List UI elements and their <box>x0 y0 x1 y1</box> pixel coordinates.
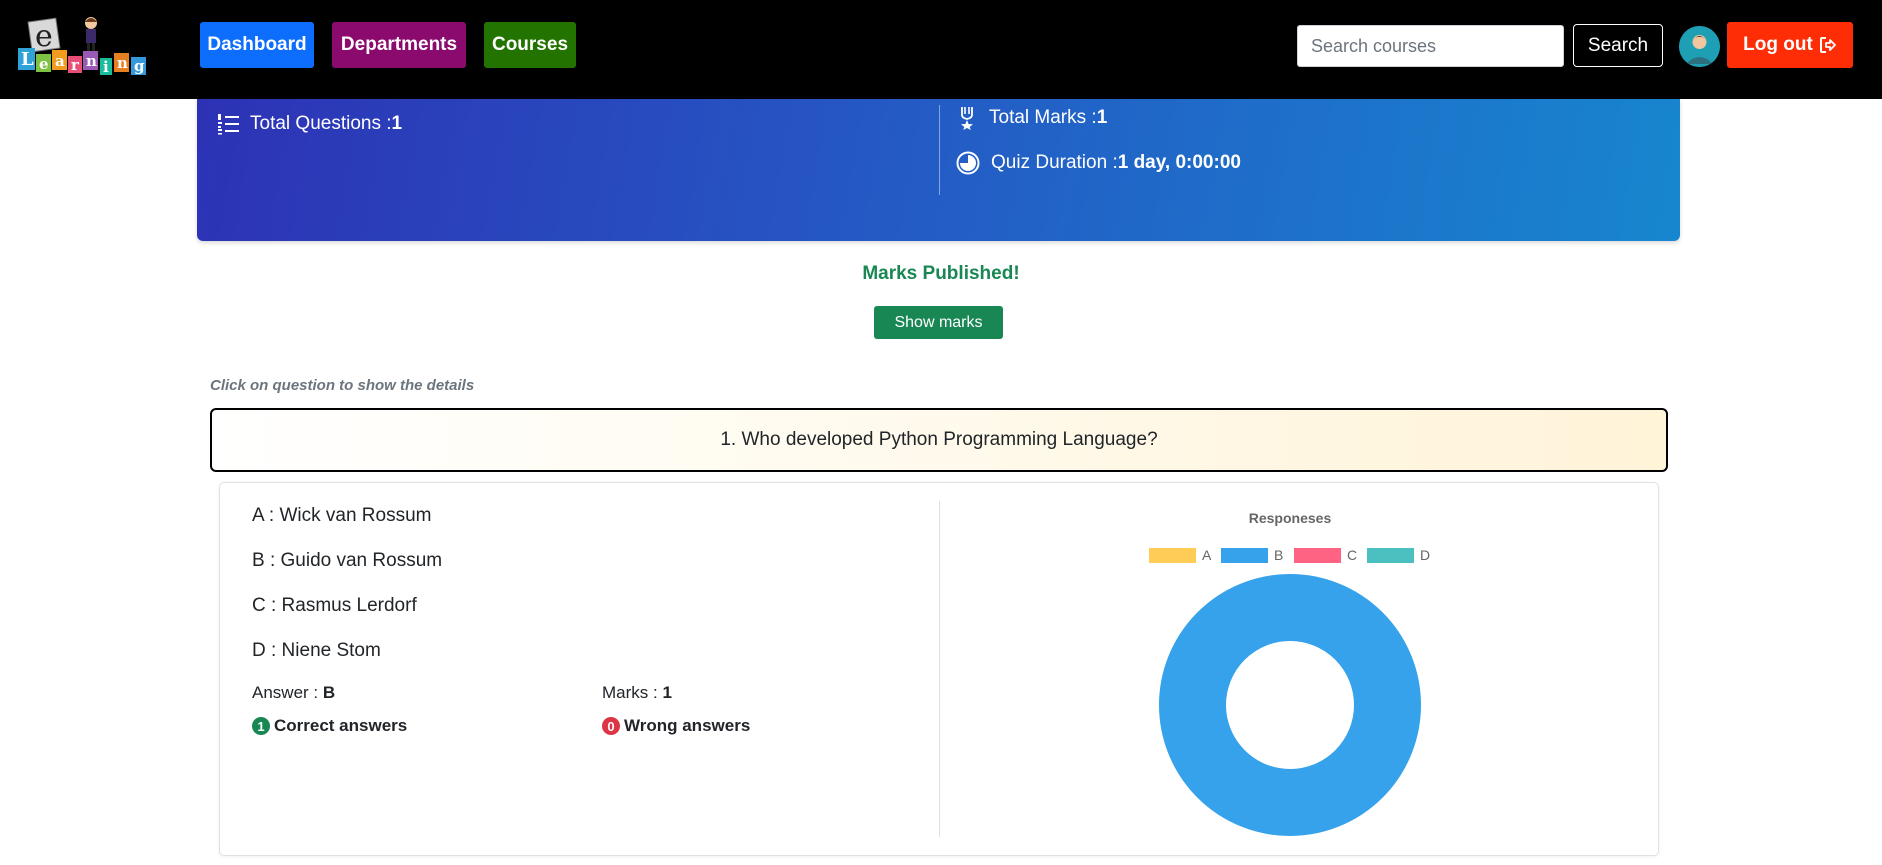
logout-label: Log out <box>1743 34 1813 55</box>
total-marks-label: Total Marks : <box>989 107 1097 128</box>
svg-text:L: L <box>21 49 34 70</box>
question-hint-text: Click on question to show the details <box>210 377 475 394</box>
svg-text:n: n <box>117 54 128 72</box>
correct-count-badge: 1 <box>252 717 270 735</box>
user-avatar-icon <box>1679 26 1720 67</box>
quiz-duration-stat: Quiz Duration : 1 day, 0:00:00 <box>956 151 1241 175</box>
answer-info: Answer : B <box>252 683 335 703</box>
legend-swatch-d <box>1367 547 1414 563</box>
quiz-duration-value: 1 day, 0:00:00 <box>1117 152 1241 173</box>
total-marks-stat: Total Marks : 1 <box>956 106 1107 130</box>
svg-text:r: r <box>71 56 80 74</box>
wrong-answers-label: Wrong answers <box>624 716 751 735</box>
courses-button[interactable]: Courses <box>484 22 576 68</box>
slice-b[interactable] <box>1159 574 1421 836</box>
legend-item-a[interactable]: A <box>1149 547 1211 563</box>
answer-label: Answer : <box>252 683 323 702</box>
legend-item-c[interactable]: C <box>1294 547 1357 563</box>
svg-text:a: a <box>55 52 65 70</box>
legend-item-b[interactable]: B <box>1221 547 1283 563</box>
search-button[interactable]: Search <box>1573 24 1663 67</box>
logout-icon <box>1819 37 1836 53</box>
navbar: e L e a r n i n g Dashboard Departments … <box>0 0 1882 99</box>
legend-item-d[interactable]: D <box>1367 547 1430 563</box>
svg-text:e: e <box>35 19 53 54</box>
option-d: D : Niene Stom <box>252 640 381 661</box>
show-marks-button[interactable]: Show marks <box>874 306 1003 339</box>
search-input[interactable] <box>1297 25 1564 67</box>
question-details-card: A : Wick van Rossum B : Guido van Rossum… <box>219 482 1659 856</box>
total-questions-stat: Total Questions : 1 <box>217 113 402 135</box>
option-c: C : Rasmus Lerdorf <box>252 595 417 616</box>
wrong-count-badge: 0 <box>602 717 620 735</box>
quiz-duration-label: Quiz Duration : <box>991 152 1118 173</box>
total-marks-value: 1 <box>1096 107 1108 128</box>
svg-text:e: e <box>39 55 49 73</box>
logout-button[interactable]: Log out <box>1727 22 1853 68</box>
list-ordered-icon <box>218 114 239 135</box>
question-toggle[interactable]: 1. Who developed Python Programming Lang… <box>210 408 1668 472</box>
legend-swatch-b <box>1221 547 1268 563</box>
svg-text:n: n <box>86 52 97 70</box>
responses-donut-chart <box>1159 574 1421 836</box>
award-icon <box>961 107 973 130</box>
answer-value: B <box>322 683 336 702</box>
svg-text:g: g <box>134 57 145 75</box>
quiz-card-divider <box>939 105 940 195</box>
total-questions-value: 1 <box>391 113 403 134</box>
correct-answers-label: Correct answers <box>274 716 408 735</box>
option-b: B : Guido van Rossum <box>252 550 443 571</box>
dashboard-button[interactable]: Dashboard <box>200 22 314 68</box>
correct-answers: 1 Correct answers <box>252 716 407 736</box>
legend-swatch-a <box>1149 547 1196 563</box>
marks-published-text: Marks Published! <box>862 263 1020 284</box>
legend-label-c: C <box>1347 547 1358 563</box>
clock-pie-icon <box>956 151 980 175</box>
quiz-summary-card: Total Questions : 1 Total Marks : 1 Quiz… <box>197 99 1680 241</box>
details-divider <box>939 501 940 837</box>
wrong-answers: 0 Wrong answers <box>602 716 750 736</box>
marks-info: Marks : 1 <box>602 683 672 703</box>
question-text: 1. Who developed Python Programming Lang… <box>720 429 1158 450</box>
legend-label-b: B <box>1274 547 1284 563</box>
marks-label: Marks : <box>602 683 663 702</box>
elearning-logo[interactable]: e L e a r n i n g <box>18 16 172 76</box>
legend-label-a: A <box>1202 547 1212 563</box>
option-a: A : Wick van Rossum <box>252 505 432 526</box>
svg-text:i: i <box>103 58 109 76</box>
legend-swatch-c <box>1294 547 1341 563</box>
chart-title: Responeses <box>1248 510 1332 526</box>
total-questions-label: Total Questions : <box>250 113 392 134</box>
user-avatar[interactable] <box>1679 26 1720 67</box>
departments-button[interactable]: Departments <box>332 22 466 68</box>
marks-value: 1 <box>662 683 672 702</box>
legend-label-d: D <box>1420 547 1431 563</box>
